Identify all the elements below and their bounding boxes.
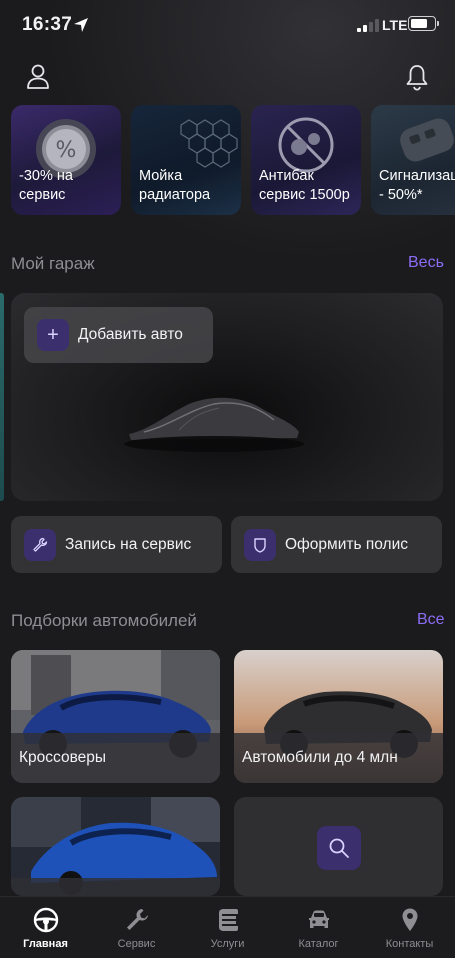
collection-label: Кроссоверы (19, 749, 107, 766)
garage-title: Мой гараж (11, 254, 95, 273)
collection-card-under-4m[interactable]: Автомобили до 4 млн (234, 650, 443, 783)
signal-icon (357, 19, 379, 32)
tab-label: Контакты (385, 938, 434, 950)
svg-text:%: % (56, 138, 77, 163)
tab-label: Сервис (117, 938, 156, 950)
status-time: 16:37 (22, 14, 73, 35)
tab-contacts[interactable]: Контакты (364, 897, 455, 958)
tab-label: Каталог (298, 938, 339, 950)
tab-home[interactable]: Главная (0, 897, 91, 958)
caption-background (11, 878, 220, 896)
wrench-icon (24, 528, 56, 561)
garage-card[interactable]: + Добавить авто (11, 293, 443, 501)
tab-service[interactable]: Сервис (91, 897, 182, 958)
garage-see-all-link[interactable]: Весь (408, 254, 444, 272)
promo-card-discount[interactable]: % -30% на сервис (11, 105, 121, 215)
status-bar: 16:37 LTE (0, 0, 455, 50)
service-booking-button[interactable]: Запись на сервис (11, 516, 222, 573)
profile-icon[interactable] (25, 63, 51, 91)
promo-card-antibac[interactable]: Антибак сервис 1500р (251, 105, 361, 215)
tab-label: Услуги (210, 938, 245, 950)
collection-label: Автомобили до 4 млн (242, 749, 398, 766)
battery-icon (408, 16, 439, 31)
tab-catalog[interactable]: Каталог (273, 897, 364, 958)
car-icon (308, 910, 329, 928)
promo-label: Антибак сервис 1500р (259, 168, 350, 203)
collections-see-all-link[interactable]: Все (417, 611, 445, 629)
collection-card-sedan[interactable] (11, 797, 220, 896)
promo-label: -30% на сервис (19, 168, 73, 203)
promo-card-radiator[interactable]: Мойка радиатора (131, 105, 241, 215)
previous-card-peek (0, 293, 4, 501)
tab-label: Главная (23, 938, 68, 950)
promo-carousel[interactable]: % -30% на сервис Мойка радиатора Антибак… (11, 105, 455, 215)
collection-card-search[interactable] (234, 797, 443, 896)
steering-wheel-icon (33, 907, 58, 933)
services-icon (218, 909, 238, 931)
bell-icon[interactable] (404, 63, 430, 91)
add-car-button[interactable]: + Добавить авто (24, 307, 213, 363)
location-arrow-icon (74, 18, 88, 32)
wrench-icon (126, 909, 148, 930)
promo-card-alarm[interactable]: Сигнализац - 50%* (371, 105, 455, 215)
promo-label: Мойка радиатора (139, 168, 211, 203)
network-type: LTE (382, 17, 408, 33)
tab-bar: Главная Сервис Услуги Каталог Контакты (0, 896, 455, 958)
search-icon (317, 826, 361, 870)
location-pin-icon (402, 908, 417, 931)
covered-car-image (124, 397, 304, 452)
collections-title: Подборки автомобилей (11, 611, 197, 630)
add-car-label: Добавить авто (78, 326, 183, 343)
plus-icon: + (37, 319, 69, 351)
shield-icon (244, 528, 276, 561)
promo-label: Сигнализац - 50%* (379, 168, 455, 203)
insurance-policy-label: Оформить полис (285, 535, 408, 553)
insurance-policy-button[interactable]: Оформить полис (231, 516, 442, 573)
service-booking-label: Запись на сервис (65, 535, 192, 553)
tab-services[interactable]: Услуги (182, 897, 273, 958)
collection-card-crossovers[interactable]: Кроссоверы (11, 650, 220, 783)
